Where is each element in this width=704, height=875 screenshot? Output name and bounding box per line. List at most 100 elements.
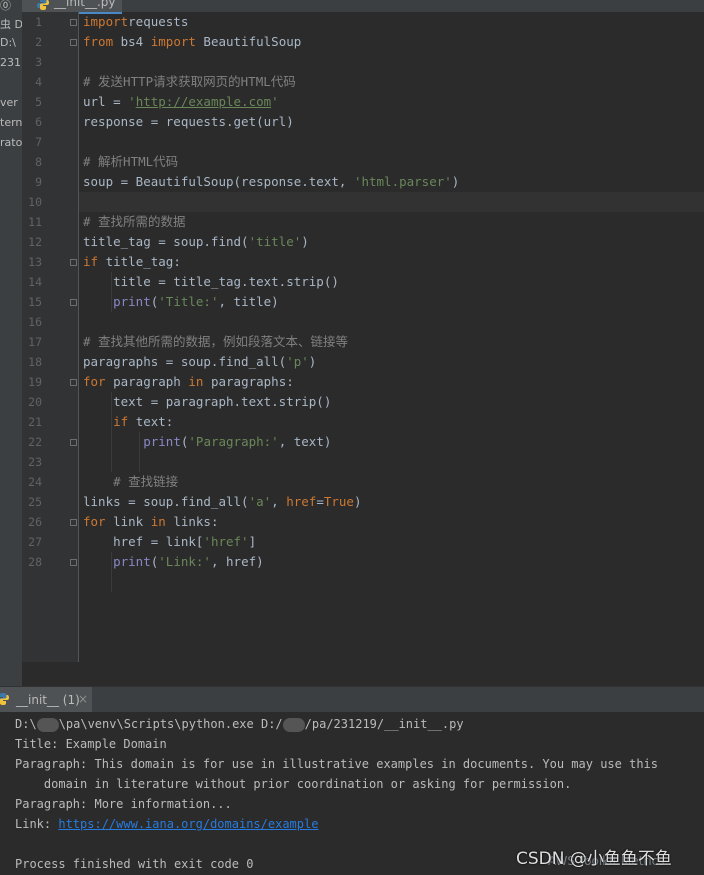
line-number: 2	[35, 35, 42, 49]
line-number: 14	[28, 275, 42, 289]
project-tree-fragment[interactable]: 231	[0, 56, 21, 69]
code-token: in	[150, 514, 166, 529]
tab-label: __init__.py	[54, 0, 116, 9]
line-number: 25	[28, 495, 42, 509]
project-panel-strip[interactable]: ⓪ 虫 D D:\ 231 ver tern rato	[0, 0, 22, 686]
project-tree-fragment[interactable]: ver	[0, 96, 18, 109]
line-number: 21	[28, 415, 42, 429]
line-number: 11	[28, 215, 42, 229]
run-tab-init[interactable]: __init__ (1) ×	[0, 687, 92, 713]
code-token: print	[113, 554, 151, 569]
fold-marker-icon[interactable]	[70, 19, 77, 26]
python-file-icon	[37, 0, 49, 10]
line-number: 24	[28, 475, 42, 489]
code-token: requests	[128, 14, 189, 29]
fold-marker-icon[interactable]	[70, 439, 77, 446]
line-number: 26	[28, 515, 42, 529]
console-paragraph-line: Paragraph: This domain is for use in ill…	[15, 757, 658, 771]
code-token: paragraphs:	[203, 374, 294, 389]
code-editor[interactable]: importrequests from bs4 import BeautifulS…	[79, 12, 704, 662]
code-token: print	[113, 294, 151, 309]
code-token: for	[83, 514, 106, 529]
close-icon[interactable]: ×	[78, 692, 88, 706]
line-number: 13	[28, 255, 42, 269]
project-tree-fragment[interactable]: tern	[0, 116, 22, 129]
code-token: print	[143, 434, 181, 449]
code-token: href	[286, 494, 317, 509]
code-token: )	[301, 234, 309, 249]
editor-tab-bar: __init__.py	[22, 0, 704, 14]
code-line[interactable]: print('Paragraph:', text)	[83, 432, 331, 452]
line-number: 19	[28, 375, 42, 389]
code-token: if	[113, 414, 129, 429]
code-line[interactable]: title = title_tag.text.strip()	[83, 272, 339, 292]
code-line[interactable]: for link in links:	[83, 512, 218, 532]
code-line[interactable]: if title_tag:	[83, 252, 181, 272]
line-number-gutter[interactable]: 1 2 3 4 5 6 7 8 9 10 11 12 13 14 15 16 17 18 19 20 21 22 23 24 2…	[22, 12, 79, 662]
code-token: paragraph	[105, 374, 189, 389]
code-line[interactable]: links = soup.find_all('a', href=True)	[83, 492, 362, 512]
project-tree-fragment[interactable]: 虫 D	[0, 16, 22, 32]
code-token: in	[188, 374, 204, 389]
line-number: 27	[28, 535, 42, 549]
project-tree-fragment[interactable]: D:\	[0, 36, 16, 49]
code-token: links = soup.find_all(	[83, 494, 249, 509]
redacted-blur	[282, 717, 305, 732]
console-link-url[interactable]: https://www.iana.org/domains/example	[58, 817, 318, 831]
fold-marker-icon[interactable]	[70, 259, 77, 266]
code-line[interactable]: response = requests.get(url)	[83, 112, 294, 132]
code-line[interactable]: soup = BeautifulSoup(response.text, 'htm…	[83, 172, 459, 192]
code-line[interactable]: text = paragraph.text.strip()	[83, 392, 331, 412]
project-tree-fragment[interactable]: rato	[0, 136, 22, 149]
code-line[interactable]: href = link['href']	[83, 532, 256, 552]
code-line[interactable]: title_tag = soup.find('title')	[83, 232, 309, 252]
code-token: response = requests.get(url)	[83, 114, 294, 129]
code-token: 'Paragraph:'	[188, 434, 279, 449]
code-token: title_tag:	[98, 254, 181, 269]
code-token: text = paragraph.text.strip()	[83, 394, 332, 409]
console-paragraph-line-2: Paragraph: More information...	[15, 797, 232, 811]
csdn-watermark: CSDN @小鱼鱼不鱼	[516, 849, 672, 869]
code-token: title_tag = soup.find(	[83, 234, 249, 249]
project-tree-fragment[interactable]: ⓪	[0, 0, 11, 13]
line-number: 3	[35, 55, 42, 69]
code-line[interactable]: if text:	[83, 412, 173, 432]
code-line[interactable]: url = 'http://example.com'	[83, 92, 279, 112]
code-token: url =	[83, 94, 129, 109]
line-number: 6	[35, 115, 42, 129]
console-title-line: Title: Example Domain	[15, 737, 167, 751]
fold-marker-icon[interactable]	[70, 379, 77, 386]
code-token: http://example.com	[135, 94, 272, 109]
fold-marker-icon[interactable]	[70, 39, 77, 46]
code-line[interactable]: importrequests	[83, 12, 188, 32]
code-line[interactable]: # 查找所需的数据	[83, 212, 186, 232]
python-run-icon	[0, 693, 9, 705]
code-token: text:	[128, 414, 174, 429]
indent-guide	[139, 432, 140, 472]
code-line[interactable]: from bs4 import BeautifulSoup	[83, 32, 301, 52]
fold-marker-icon[interactable]	[70, 299, 77, 306]
indent-guide	[111, 392, 112, 472]
code-line[interactable]: # 解析HTML代码	[83, 152, 178, 172]
run-tab-label: __init__ (1)	[16, 693, 80, 707]
fold-marker-icon[interactable]	[70, 519, 77, 526]
indent-guide	[111, 272, 112, 312]
code-token: title = title_tag.text.strip()	[83, 274, 339, 289]
editor-horizontal-scroll-area[interactable]	[22, 662, 704, 686]
fold-marker-icon[interactable]	[70, 559, 77, 566]
code-token: , text)	[278, 434, 332, 449]
console-paragraph-wrap-line: domain in literature without prior coord…	[15, 777, 572, 791]
code-line[interactable]: for paragraph in paragraphs:	[83, 372, 294, 392]
code-line[interactable]: # 查找链接	[83, 472, 178, 492]
code-line[interactable]: print('Title:', title)	[83, 292, 279, 312]
code-line[interactable]: paragraphs = soup.find_all('p')	[83, 352, 316, 372]
code-line[interactable]: # 查找其他所需的数据，例如段落文本、链接等	[83, 332, 348, 352]
code-line[interactable]: # 发送HTTP请求获取网页的HTML代码	[83, 72, 296, 92]
code-token: 'href'	[203, 534, 249, 549]
code-token: # 查找其他所需的数据，例如段落文本、链接等	[83, 334, 349, 349]
line-number: 4	[35, 75, 42, 89]
code-token: from	[83, 34, 114, 49]
